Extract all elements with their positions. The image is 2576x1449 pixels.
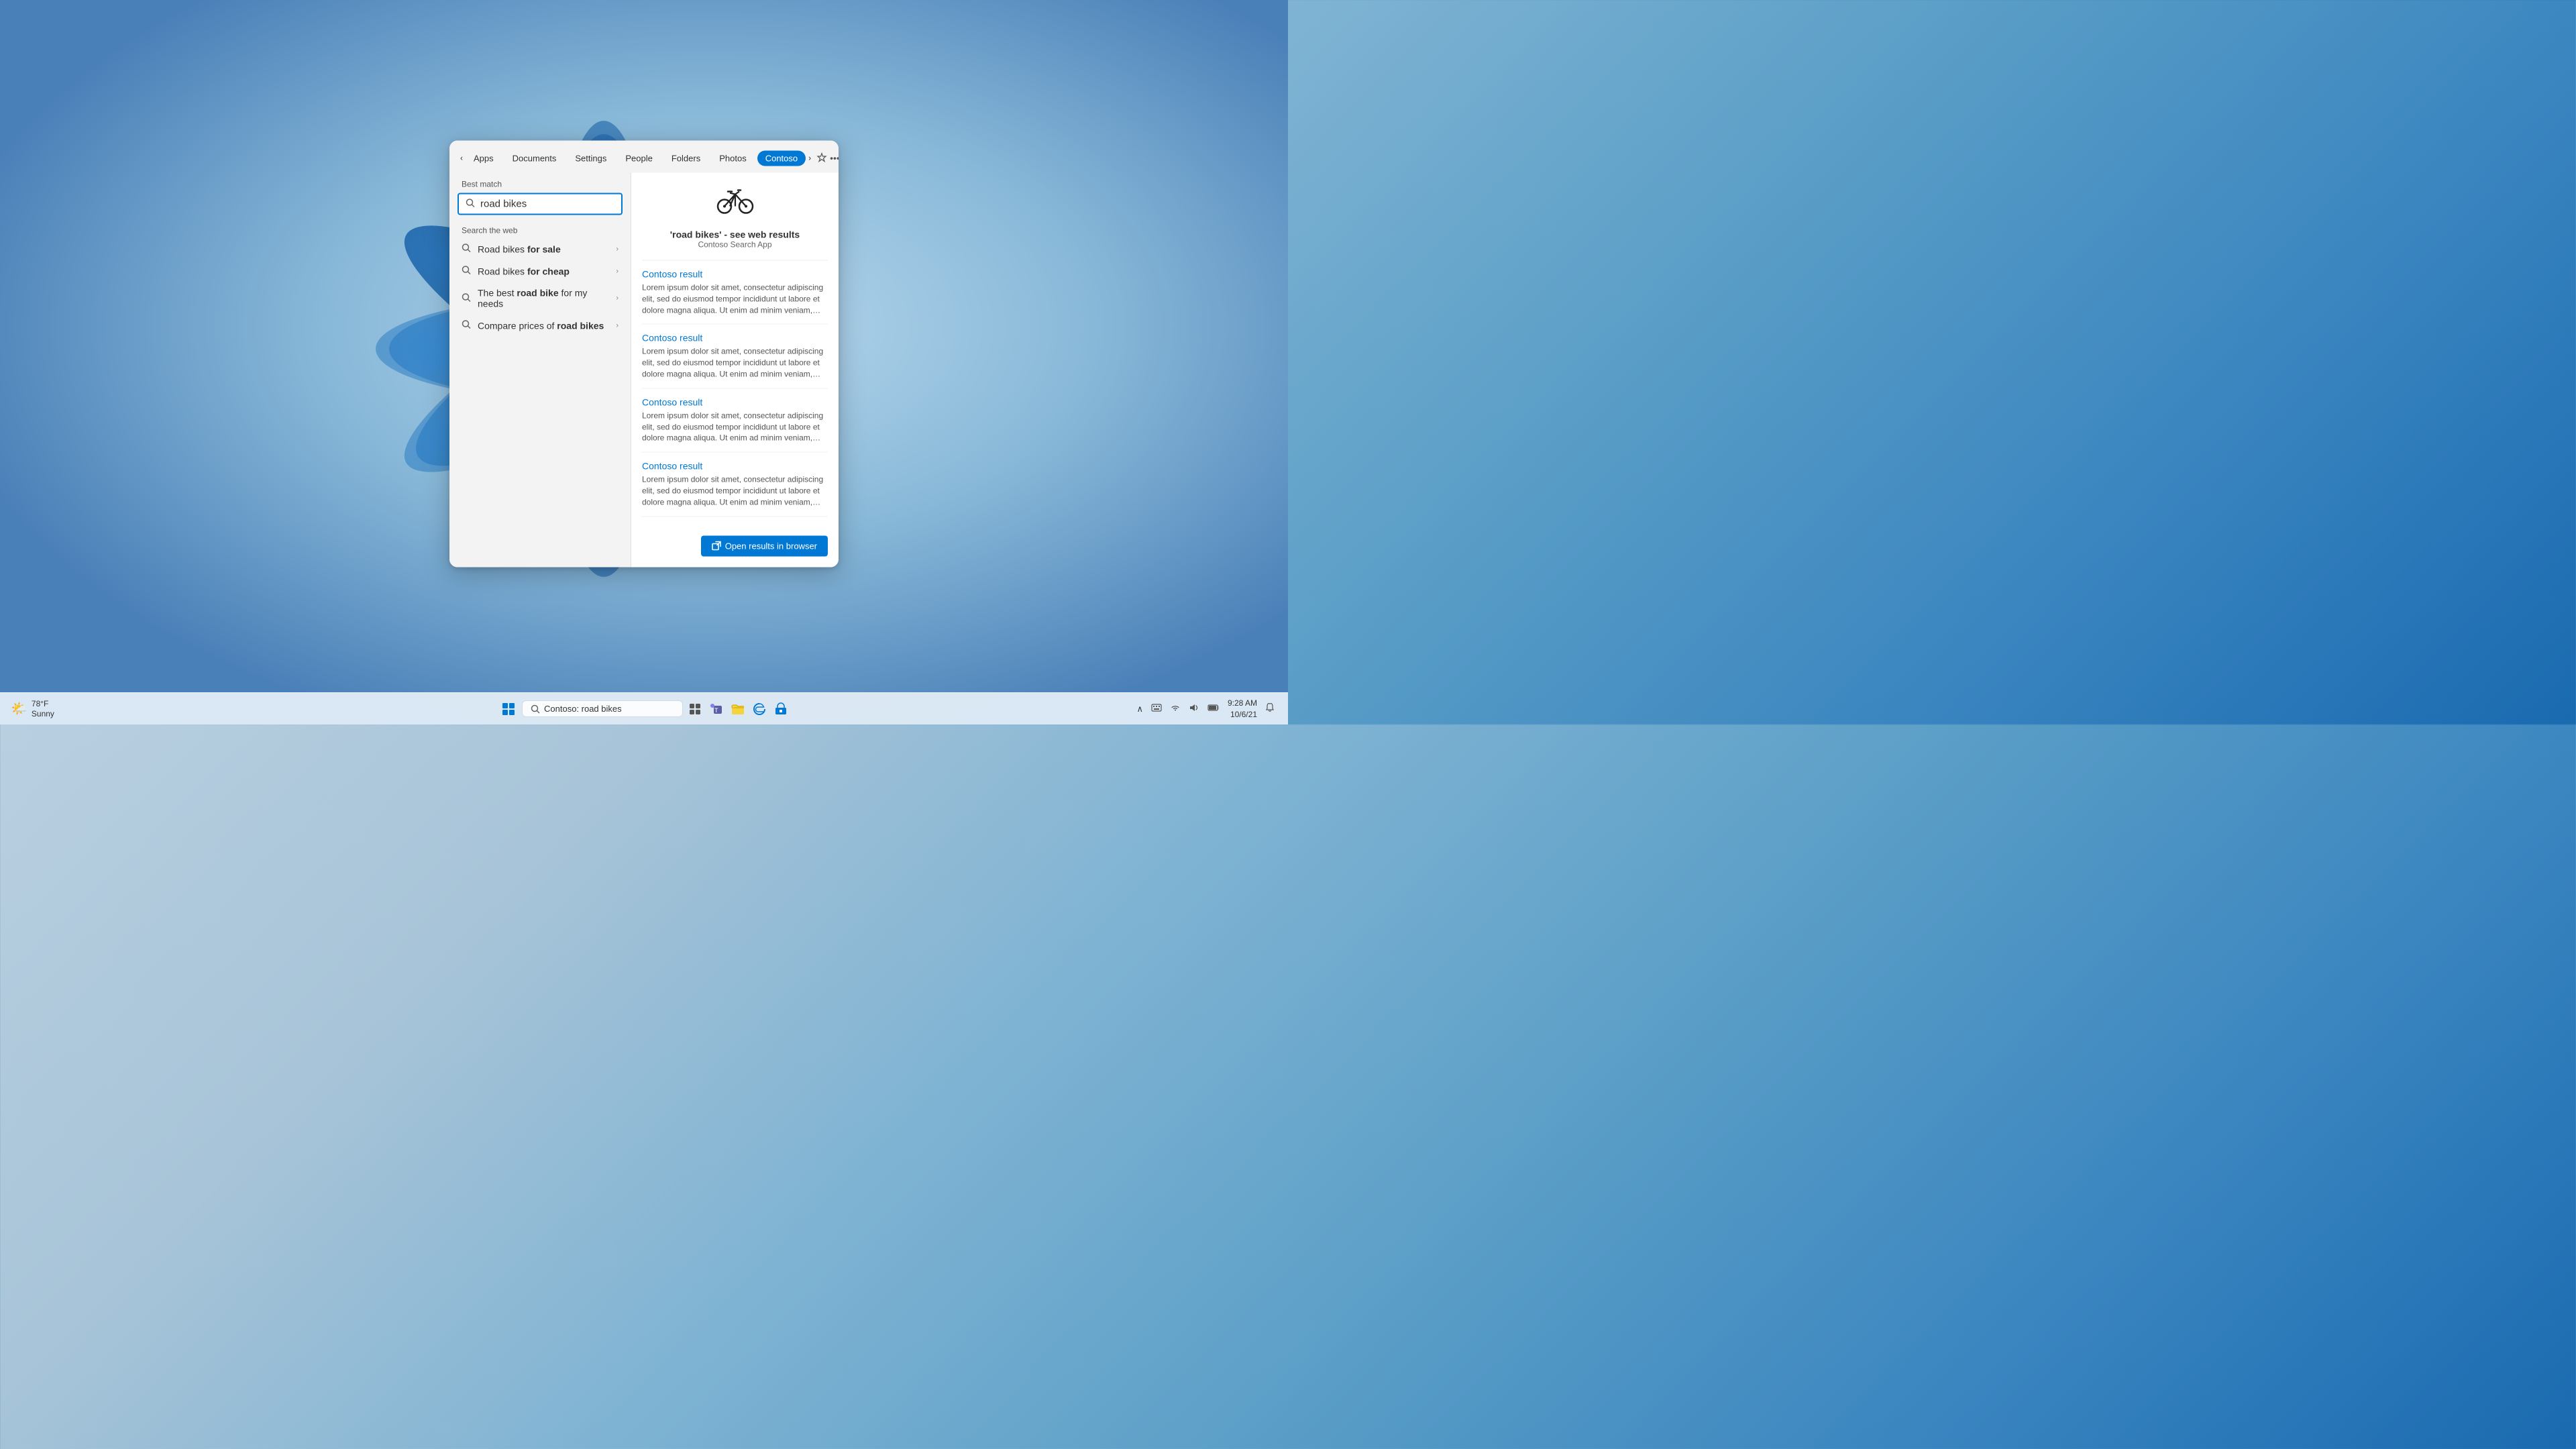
open-browser-label: Open results in browser: [725, 541, 817, 551]
contoso-result-desc-2: Lorem ipsum dolor sit amet, consectetur …: [642, 346, 828, 380]
taskbar: 🌤️ 78°F Sunny Contoso: road bikes: [0, 692, 1288, 724]
system-tray: ∧: [1134, 702, 1222, 716]
tab-achievements-icon[interactable]: [816, 149, 827, 168]
contoso-result-desc-3: Lorem ipsum dolor sit amet, consectetur …: [642, 410, 828, 443]
teams-button[interactable]: T: [707, 700, 726, 718]
suggestion-text-2: Road bikes for cheap: [478, 266, 609, 276]
keyboard-layout-indicator[interactable]: [1148, 702, 1165, 716]
taskbar-search-text: Contoso: road bikes: [544, 704, 622, 714]
result-subtitle: Contoso Search App: [698, 240, 771, 250]
search-icon: [466, 199, 475, 210]
suggestion-compare-prices[interactable]: Compare prices of road bikes ›: [449, 315, 631, 337]
search-web-label: Search the web: [449, 221, 631, 238]
battery-icon[interactable]: [1205, 702, 1222, 715]
open-browser-button[interactable]: Open results in browser: [701, 535, 828, 556]
weather-desc: Sunny: [32, 709, 54, 718]
contoso-result-desc-4: Lorem ipsum dolor sit amet, consectetur …: [642, 474, 828, 508]
tab-folders[interactable]: Folders: [663, 150, 708, 166]
contoso-result-2[interactable]: Contoso result Lorem ipsum dolor sit ame…: [642, 333, 828, 388]
system-date: 10/6/21: [1228, 709, 1257, 720]
tab-apps[interactable]: Apps: [466, 150, 502, 166]
suggestion-search-icon-3: [462, 292, 471, 304]
suggestion-search-icon-4: [462, 320, 471, 331]
left-panel: Best match Search the web: [449, 173, 631, 568]
result-title: 'road bikes' - see web results: [670, 229, 800, 240]
suggestion-best-road-bike[interactable]: The best road bike for my needs ›: [449, 282, 631, 315]
tab-more-button[interactable]: •••: [830, 149, 839, 168]
bike-icon: [716, 184, 754, 224]
tab-people[interactable]: People: [617, 150, 660, 166]
taskbar-search-icon: [531, 704, 540, 714]
suggestion-arrow-1: ›: [616, 245, 619, 253]
show-hidden-icons-button[interactable]: ∧: [1134, 702, 1146, 716]
svg-text:T: T: [714, 707, 718, 714]
suggestion-road-bikes-for-cheap[interactable]: Road bikes for cheap ›: [449, 260, 631, 282]
popup-body: Best match Search the web: [449, 173, 839, 568]
suggestion-road-bikes-for-sale[interactable]: Road bikes for sale ›: [449, 238, 631, 260]
system-clock[interactable]: 9:28 AM 10/6/21: [1228, 698, 1257, 720]
suggestion-arrow-3: ›: [616, 294, 619, 303]
contoso-result-title-4[interactable]: Contoso result: [642, 461, 828, 472]
result-header: 'road bikes' - see web results Contoso S…: [642, 184, 828, 261]
contoso-result-title-1[interactable]: Contoso result: [642, 269, 828, 280]
external-link-icon: [712, 541, 721, 551]
search-popup: ‹ Apps Documents Settings People Folders…: [449, 141, 839, 568]
contoso-result-desc-1: Lorem ipsum dolor sit amet, consectetur …: [642, 282, 828, 316]
network-icon[interactable]: [1167, 702, 1183, 716]
suggestion-search-icon-2: [462, 266, 471, 277]
file-explorer-button[interactable]: [729, 700, 747, 718]
wifi-icon: [1170, 703, 1181, 712]
tab-settings[interactable]: Settings: [567, 150, 614, 166]
contoso-result-title-2[interactable]: Contoso result: [642, 333, 828, 343]
tab-photos[interactable]: Photos: [711, 150, 754, 166]
right-panel: 'road bikes' - see web results Contoso S…: [631, 173, 839, 568]
notification-icon: [1265, 703, 1275, 712]
battery-indicator: [1208, 704, 1220, 712]
taskbar-center: Contoso: road bikes T: [498, 698, 790, 720]
search-input[interactable]: [480, 199, 614, 210]
search-input-row[interactable]: [458, 193, 623, 215]
taskview-icon: [689, 703, 701, 715]
keyboard-icon: [1151, 703, 1162, 712]
contoso-result-3[interactable]: Contoso result Lorem ipsum dolor sit ame…: [642, 396, 828, 452]
tab-documents[interactable]: Documents: [504, 150, 565, 166]
contoso-result-1[interactable]: Contoso result Lorem ipsum dolor sit ame…: [642, 269, 828, 325]
edge-icon: [753, 702, 766, 716]
notification-center-button[interactable]: [1263, 702, 1277, 716]
contoso-result-title-3[interactable]: Contoso result: [642, 396, 828, 407]
start-button[interactable]: [498, 698, 519, 720]
windows-logo: [502, 702, 515, 716]
suggestion-text-3: The best road bike for my needs: [478, 288, 609, 309]
nav-prev-arrow[interactable]: ‹: [460, 149, 463, 168]
suggestion-arrow-2: ›: [616, 267, 619, 275]
suggestion-text-1: Road bikes for sale: [478, 244, 609, 254]
nav-next-arrow[interactable]: ›: [808, 149, 811, 168]
speaker-icon: [1189, 703, 1199, 712]
filter-tabs: ‹ Apps Documents Settings People Folders…: [449, 141, 839, 173]
edge-browser-button[interactable]: [750, 700, 769, 718]
best-match-label: Best match: [449, 173, 631, 193]
store-icon: [774, 702, 788, 716]
suggestion-search-icon-1: [462, 244, 471, 255]
system-time: 9:28 AM: [1228, 698, 1257, 709]
contoso-result-4[interactable]: Contoso result Lorem ipsum dolor sit ame…: [642, 461, 828, 517]
weather-temp: 78°F: [32, 699, 54, 708]
teams-icon: T: [710, 703, 723, 715]
tab-contoso[interactable]: Contoso: [757, 150, 806, 166]
volume-icon[interactable]: [1186, 702, 1202, 716]
taskbar-search[interactable]: Contoso: road bikes: [522, 700, 683, 717]
weather-icon: 🌤️: [11, 700, 28, 717]
file-explorer-icon: [731, 703, 745, 715]
taskbar-left: 🌤️ 78°F Sunny: [11, 699, 54, 718]
taskview-button[interactable]: [686, 700, 704, 718]
taskbar-right: ∧: [1134, 698, 1277, 720]
weather-widget[interactable]: 🌤️ 78°F Sunny: [11, 699, 54, 718]
store-button[interactable]: [771, 700, 790, 718]
suggestion-text-4: Compare prices of road bikes: [478, 320, 609, 331]
weather-text: 78°F Sunny: [32, 699, 54, 718]
suggestion-arrow-4: ›: [616, 321, 619, 329]
